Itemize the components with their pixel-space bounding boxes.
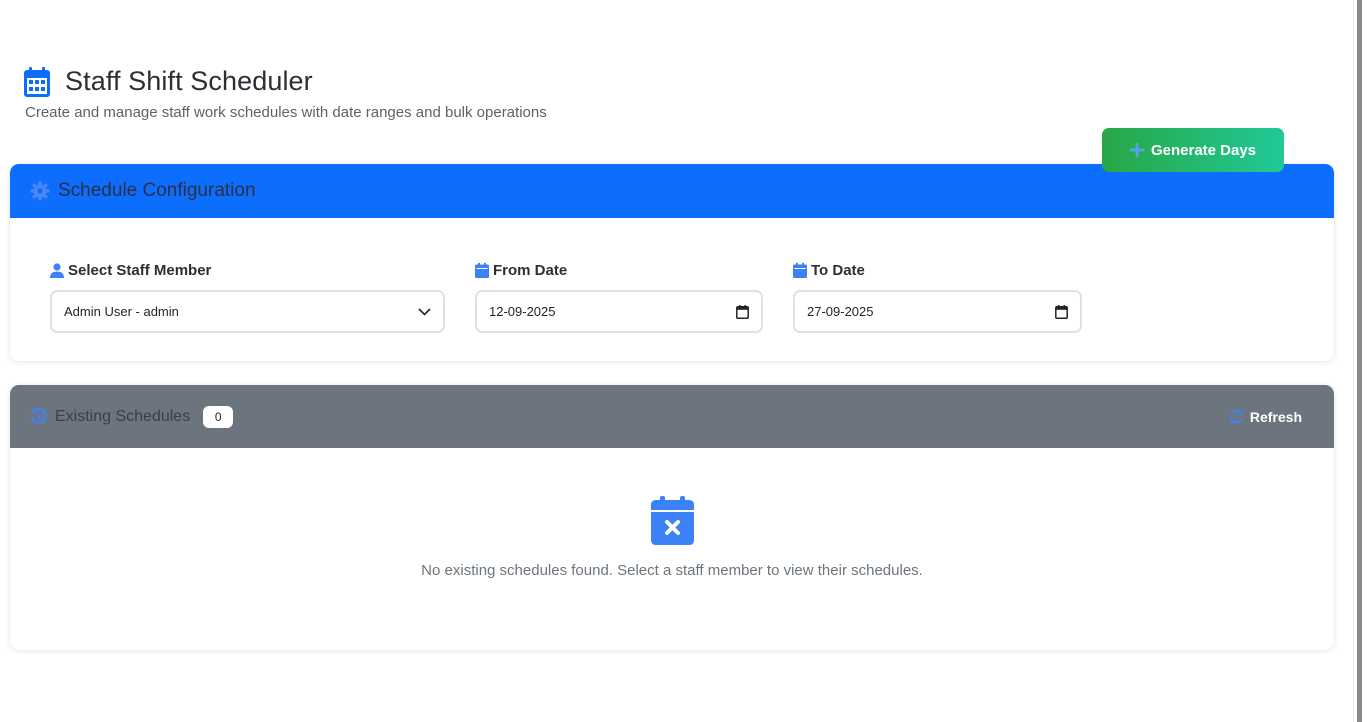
staff-label-text: Select Staff Member	[68, 262, 212, 279]
refresh-icon	[1230, 409, 1243, 424]
existing-schedules-card: Existing Schedules 0 Refresh No existing…	[10, 385, 1334, 650]
history-icon	[30, 408, 47, 424]
config-card-header: Schedule Configuration	[10, 164, 1334, 218]
chevron-down-icon	[418, 307, 431, 316]
from-date-value: 12-09-2025	[489, 304, 556, 319]
staff-label: Select Staff Member	[50, 262, 445, 279]
page-header: Staff Shift Scheduler Create and manage …	[24, 66, 547, 121]
page-title: Staff Shift Scheduler	[65, 66, 313, 96]
existing-card-header: Existing Schedules 0 Refresh	[10, 385, 1334, 448]
calendar-icon	[475, 263, 489, 278]
schedule-config-card: Schedule Configuration Select Staff Memb…	[10, 164, 1334, 361]
from-date-label-text: From Date	[493, 262, 568, 279]
gear-icon	[30, 181, 50, 201]
scrollbar-thumb[interactable]	[1357, 0, 1362, 722]
title-row: Staff Shift Scheduler	[24, 66, 547, 97]
calendar-icon	[793, 263, 807, 278]
user-icon	[50, 263, 64, 278]
from-date-label: From Date	[475, 262, 763, 279]
generate-days-label: Generate Days	[1150, 141, 1257, 159]
calendar-picker-icon[interactable]	[736, 304, 749, 319]
empty-state-message: No existing schedules found. Select a st…	[421, 562, 923, 579]
to-date-label-text: To Date	[811, 262, 865, 279]
existing-title: Existing Schedules	[55, 407, 191, 425]
refresh-button[interactable]: Refresh	[1229, 409, 1302, 425]
config-form: Select Staff Member Admin User - admin F…	[10, 218, 1334, 361]
generate-days-button[interactable]: Generate Days	[1102, 128, 1284, 172]
calendar-icon	[24, 66, 50, 97]
scrollbar[interactable]	[1353, 0, 1367, 722]
staff-field: Select Staff Member Admin User - admin	[50, 262, 445, 333]
refresh-label: Refresh	[1249, 408, 1302, 425]
to-date-field: To Date 27-09-2025	[793, 262, 1082, 333]
staff-select-value: Admin User - admin	[64, 304, 179, 319]
from-date-input[interactable]: 12-09-2025	[475, 290, 763, 333]
existing-header-left: Existing Schedules 0	[30, 405, 234, 428]
from-date-field: From Date 12-09-2025	[475, 262, 763, 333]
to-date-value: 27-09-2025	[807, 304, 874, 319]
to-date-input[interactable]: 27-09-2025	[793, 290, 1082, 333]
config-title: Schedule Configuration	[58, 180, 256, 201]
page-subtitle: Create and manage staff work schedules w…	[25, 104, 547, 121]
calendar-x-icon	[650, 496, 694, 545]
empty-state: No existing schedules found. Select a st…	[10, 496, 1334, 579]
to-date-label: To Date	[793, 262, 1082, 279]
plus-icon	[1129, 143, 1144, 157]
staff-select[interactable]: Admin User - admin	[50, 290, 445, 333]
schedule-count-badge: 0	[203, 405, 234, 428]
calendar-picker-icon[interactable]	[1055, 304, 1068, 319]
